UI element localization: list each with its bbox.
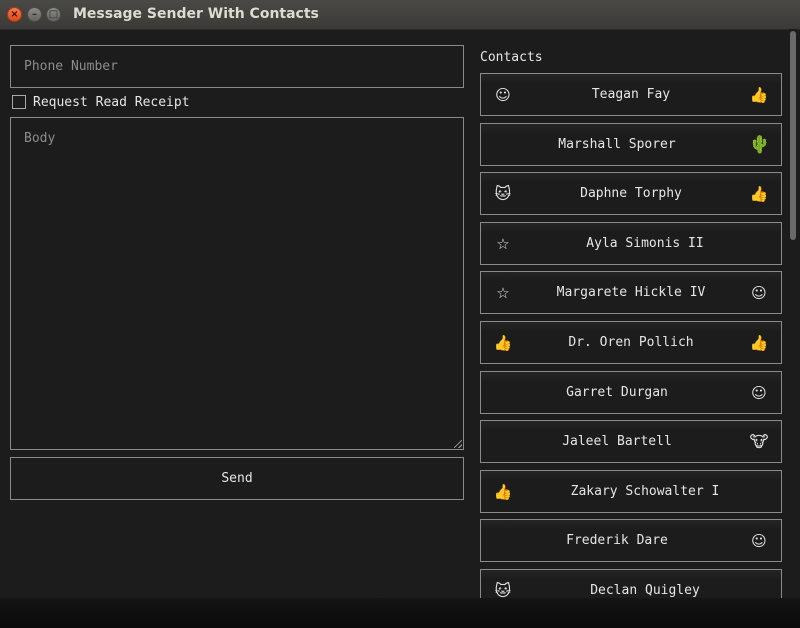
read-receipt-label[interactable]: Request Read Receipt — [33, 95, 190, 110]
contact-row[interactable]: ☆ Margarete Hickle IV ☺ — [480, 271, 782, 314]
contact-row[interactable]: Jaleel Bartell 🐮 — [480, 420, 782, 463]
minimize-window-button[interactable]: – — [27, 7, 42, 22]
contact-name: Daphne Torphy — [580, 186, 682, 201]
contact-row[interactable]: 👍 Dr. Oren Pollich 👍 — [480, 321, 782, 364]
contact-name: Declan Quigley — [590, 583, 700, 598]
contact-name: Dr. Oren Pollich — [568, 335, 694, 350]
contact-name: Jaleel Bartell — [562, 434, 672, 449]
contact-row[interactable]: Frederik Dare ☺ — [480, 519, 782, 562]
contact-row[interactable]: 👍 Zakary Schowalter I — [480, 470, 782, 513]
contact-name: Margarete Hickle IV — [556, 285, 706, 300]
contact-row[interactable]: ☺ Teagan Fay 👍 — [480, 73, 782, 116]
contact-name: Frederik Dare — [566, 533, 668, 548]
resize-grip-icon[interactable] — [454, 440, 462, 448]
thumbs-up-icon: 👍 — [749, 334, 769, 352]
cactus-icon: 🌵 — [749, 135, 771, 155]
star-icon: ☆ — [496, 235, 510, 253]
read-receipt-checkbox[interactable] — [12, 95, 26, 109]
close-window-button[interactable]: × — [7, 7, 22, 22]
contact-name: Zakary Schowalter I — [570, 484, 720, 499]
bottom-panel — [0, 598, 800, 628]
contact-row[interactable]: Garret Durgan ☺ — [480, 371, 782, 414]
smiley-icon: ☺ — [751, 532, 767, 550]
thumbs-up-icon: 👍 — [749, 185, 769, 203]
thumbs-up-icon: 👍 — [493, 483, 513, 501]
contacts-scrollbar-thumb[interactable] — [790, 31, 796, 240]
cat-icon: 🐱 — [494, 581, 512, 598]
contact-name: Ayla Simonis II — [586, 236, 704, 251]
message-body-placeholder: Body — [24, 131, 56, 146]
send-button[interactable]: Send — [10, 457, 464, 500]
smiley-icon: ☺ — [495, 86, 511, 104]
contact-row[interactable]: 🐱 Declan Quigley — [480, 569, 782, 598]
cat-icon: 🐱 — [494, 184, 512, 203]
contacts-list[interactable]: ☺ Teagan Fay 👍 Marshall Sporer 🌵 🐱 Daphne Torp… — [480, 72, 783, 598]
contact-row[interactable]: 🐱 Daphne Torphy 👍 — [480, 172, 782, 215]
contact-row[interactable]: ☆ Ayla Simonis II — [480, 222, 782, 265]
smiley-icon: ☺ — [751, 284, 767, 302]
thumbs-up-icon: 👍 — [493, 334, 513, 352]
maximize-window-button[interactable]: □ — [46, 7, 61, 22]
thumbs-up-icon: 👍 — [749, 86, 769, 104]
star-icon: ☆ — [496, 284, 510, 302]
contact-row[interactable]: Marshall Sporer 🌵 — [480, 123, 782, 166]
contact-name: Garret Durgan — [566, 385, 668, 400]
window-title: Message Sender With Contacts — [73, 6, 319, 22]
phone-number-placeholder: Phone Number — [24, 59, 118, 74]
contacts-heading: Contacts — [480, 50, 543, 65]
contact-name: Teagan Fay — [591, 87, 671, 102]
title-bar: × – □ Message Sender With Contacts — [0, 0, 800, 30]
send-button-label: Send — [221, 471, 253, 486]
smiley-icon: ☺ — [751, 384, 767, 402]
contact-name: Marshall Sporer — [558, 137, 676, 152]
phone-number-input[interactable]: Phone Number — [10, 45, 464, 88]
message-body-textarea[interactable]: Body — [10, 117, 464, 450]
cow-icon: 🐮 — [749, 432, 769, 451]
